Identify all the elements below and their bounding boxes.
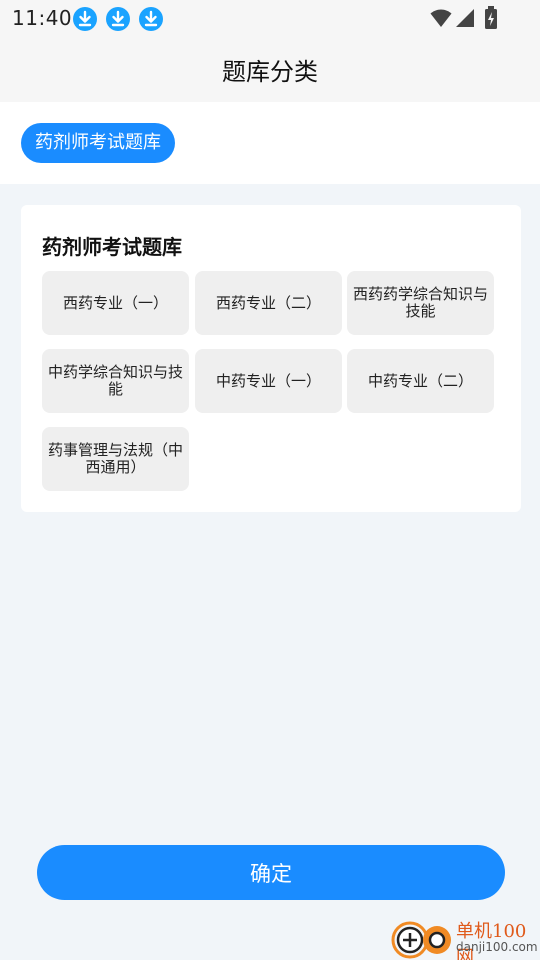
watermark-logo-icon xyxy=(388,916,454,960)
download-icon xyxy=(73,7,97,31)
subject-item-pharmacy-regulations[interactable]: 药事管理与法规（中西通用） xyxy=(42,427,189,491)
subject-item-western-pharmacy-comprehensive[interactable]: 西药药学综合知识与技能 xyxy=(347,271,494,335)
download-icon xyxy=(139,7,163,31)
subject-item-chinese-pharmacy-comprehensive[interactable]: 中药学综合知识与技能 xyxy=(42,349,189,413)
battery-icon xyxy=(484,6,498,34)
watermark: 单机100网 danji100.com xyxy=(388,914,540,960)
status-time: 11:40 xyxy=(12,6,73,30)
subject-item-chinese-medicine-2[interactable]: 中药专业（二） xyxy=(347,349,494,413)
page-title: 题库分类 xyxy=(222,58,318,86)
wifi-icon xyxy=(430,8,452,32)
card-title: 药剂师考试题库 xyxy=(42,235,182,259)
signal-icon xyxy=(455,8,475,32)
confirm-button[interactable]: 确定 xyxy=(37,845,505,900)
download-icon xyxy=(106,7,130,31)
header: 题库分类 xyxy=(0,36,540,102)
category-chip-bar: 药剂师考试题库 xyxy=(0,102,540,184)
subject-item-western-medicine-2[interactable]: 西药专业（二） xyxy=(195,271,342,335)
category-chip-pharmacist[interactable]: 药剂师考试题库 xyxy=(21,123,175,163)
subject-item-chinese-medicine-1[interactable]: 中药专业（一） xyxy=(195,349,342,413)
subject-item-western-medicine-1[interactable]: 西药专业（一） xyxy=(42,271,189,335)
status-bar: 11:40 xyxy=(0,0,540,36)
subject-card: 药剂师考试题库 西药专业（一） 西药专业（二） 西药药学综合知识与技能 中药学综… xyxy=(21,205,521,512)
watermark-domain: danji100.com xyxy=(456,940,538,954)
